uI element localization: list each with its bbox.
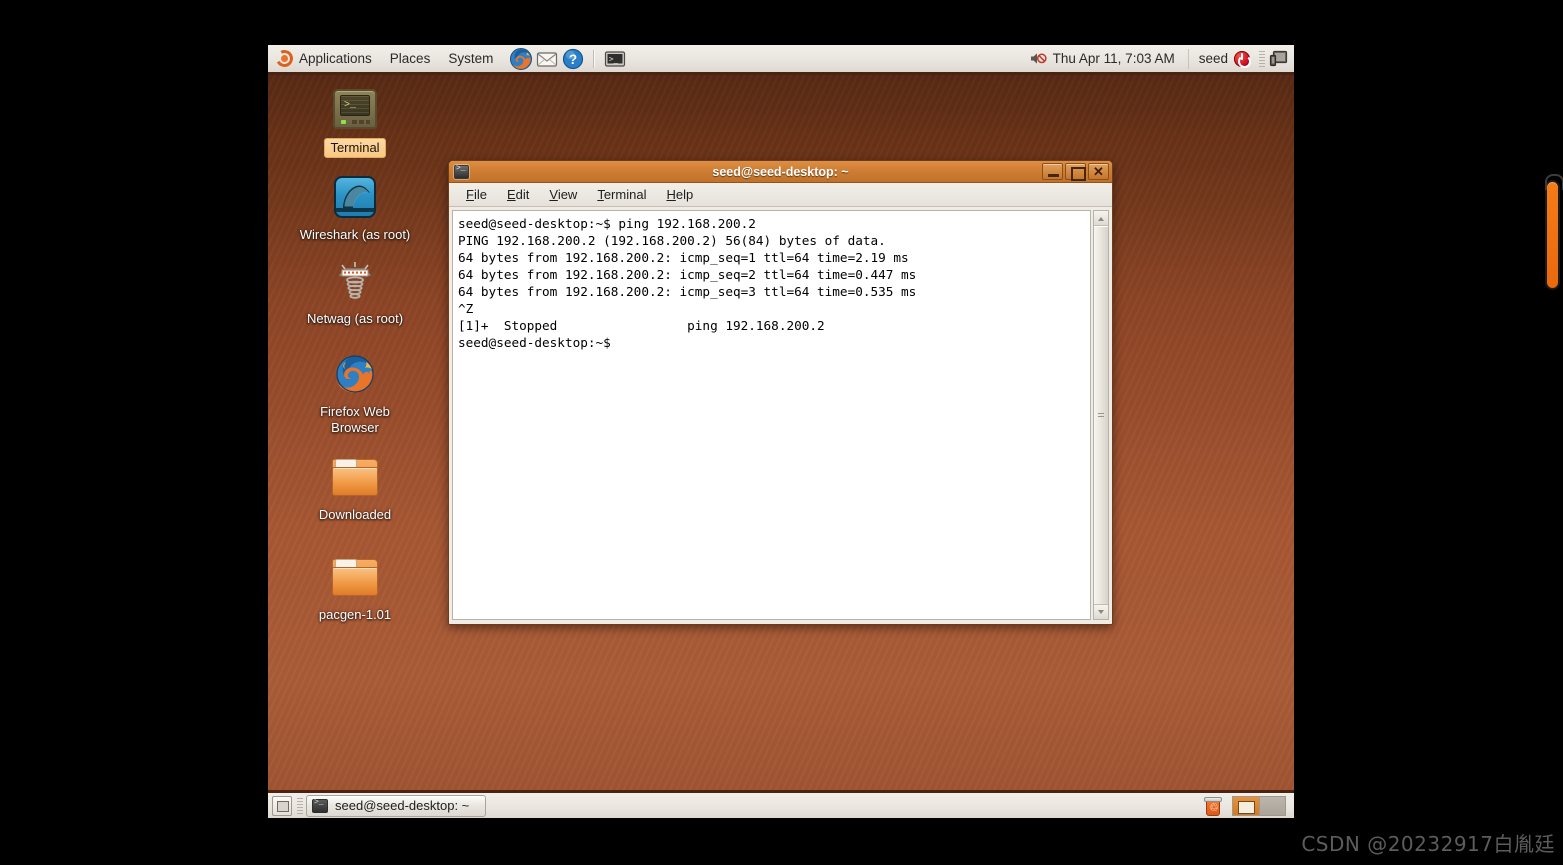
- folder-icon: [290, 553, 420, 601]
- trash-applet[interactable]: [1204, 796, 1232, 816]
- desktop-icon-label: Downloaded: [318, 507, 392, 522]
- menu-view[interactable]: View: [540, 184, 586, 205]
- monitor-icon[interactable]: [1269, 49, 1289, 69]
- panel-separator: [593, 49, 596, 68]
- svg-text:>_: >_: [609, 54, 619, 63]
- menu-help[interactable]: Help: [657, 184, 702, 205]
- show-desktop-icon[interactable]: [272, 795, 292, 816]
- desktop-icon-downloaded[interactable]: Downloaded: [290, 453, 420, 524]
- task-button-terminal[interactable]: seed@seed-desktop: ~: [306, 794, 486, 817]
- firefox-icon: [290, 350, 420, 398]
- ubuntu-logo-icon: [276, 50, 293, 67]
- close-button[interactable]: [1088, 163, 1109, 181]
- desktop-icon-label: Netwag (as root): [306, 311, 404, 326]
- user-name-label: seed: [1198, 51, 1228, 66]
- clock-label: Thu Apr 11, 7:03 AM: [1052, 51, 1175, 66]
- maximize-button[interactable]: [1065, 163, 1086, 181]
- terminal-scrollbar[interactable]: [1093, 210, 1109, 620]
- desktop-icon-firefox[interactable]: Firefox Web Browser: [290, 350, 420, 438]
- help-launcher-icon[interactable]: ?: [561, 47, 585, 71]
- wireshark-fin-icon: [290, 173, 420, 221]
- firefox-launcher-icon[interactable]: [509, 47, 533, 71]
- terminal-launcher-icon[interactable]: >_: [603, 47, 627, 71]
- menu-places[interactable]: Places: [382, 48, 439, 70]
- workspace-1[interactable]: [1233, 796, 1259, 815]
- top-panel: Applications Places System ? >_ Thu Apr …: [268, 45, 1294, 75]
- netwag-icon: [290, 257, 420, 305]
- menu-edit[interactable]: Edit: [498, 184, 538, 205]
- scroll-up-icon[interactable]: [1094, 211, 1108, 226]
- window-title: seed@seed-desktop: ~: [712, 164, 849, 179]
- scrollbar-thumb[interactable]: [1094, 226, 1108, 604]
- terminal-output[interactable]: seed@seed-desktop:~$ ping 192.168.200.2 …: [452, 210, 1091, 620]
- menu-system[interactable]: System: [440, 48, 501, 70]
- bottom-panel: seed@seed-desktop: ~: [268, 790, 1294, 818]
- window-menubar: File Edit View Terminal Help: [449, 183, 1112, 207]
- workspace-2[interactable]: [1259, 796, 1285, 815]
- desktop-icon-wireshark[interactable]: Wireshark (as root): [290, 173, 420, 244]
- task-button-label: seed@seed-desktop: ~: [335, 798, 470, 813]
- trash-icon[interactable]: [1204, 796, 1222, 816]
- window-buttons: [1042, 163, 1109, 181]
- menu-applications-label: Applications: [299, 50, 372, 66]
- terminal-icon: [312, 798, 328, 813]
- desktop-icon-label: pacgen-1.01: [318, 607, 392, 622]
- screenshot-root: Applications Places System ? >_ Thu Apr …: [0, 0, 1563, 865]
- watermark-text: CSDN @20232917白胤廷: [1301, 832, 1555, 856]
- desktop-icon-label: Firefox Web Browser: [320, 404, 390, 436]
- menu-system-label: System: [448, 50, 494, 66]
- terminal-icon: [454, 164, 469, 179]
- desktop-icon-label: Terminal: [324, 138, 386, 159]
- power-icon[interactable]: [1234, 50, 1251, 68]
- minimize-button[interactable]: [1042, 163, 1063, 180]
- workspace-switcher[interactable]: [1232, 795, 1286, 816]
- svg-text:?: ?: [569, 52, 577, 67]
- desktop-icon-netwag[interactable]: Netwag (as root): [290, 257, 420, 328]
- desktop-icon-label: Wireshark (as root): [299, 227, 411, 242]
- menu-file[interactable]: File: [457, 184, 496, 205]
- speaker-muted-icon: [1030, 53, 1047, 64]
- menu-applications[interactable]: Applications: [268, 47, 380, 71]
- window-list: seed@seed-desktop: ~: [306, 793, 1204, 818]
- user-switcher-applet[interactable]: seed: [1193, 48, 1256, 70]
- desktop-icon-terminal[interactable]: Terminal: [290, 85, 420, 159]
- panel-divider: [1187, 48, 1189, 69]
- tasklist-grip-handle[interactable]: [297, 797, 303, 814]
- menu-places-label: Places: [389, 50, 431, 66]
- terminal-window[interactable]: seed@seed-desktop: ~ File Edit View Term…: [448, 160, 1113, 625]
- terminal-crt-icon: [290, 85, 420, 133]
- applet-grip-handle[interactable]: [1259, 50, 1265, 67]
- folder-icon: [290, 453, 420, 501]
- mail-launcher-icon[interactable]: [535, 47, 559, 71]
- window-resize-grip[interactable]: [1097, 609, 1111, 623]
- desktop-icon-pacgen[interactable]: pacgen-1.01: [290, 553, 420, 624]
- terminal-body: seed@seed-desktop:~$ ping 192.168.200.2 …: [449, 207, 1112, 624]
- window-titlebar[interactable]: seed@seed-desktop: ~: [449, 161, 1112, 183]
- top-panel-right: Thu Apr 11, 7:03 AM seed: [1021, 45, 1294, 72]
- clock-applet[interactable]: Thu Apr 11, 7:03 AM: [1021, 48, 1184, 69]
- desktop[interactable]: Applications Places System ? >_ Thu Apr …: [268, 45, 1294, 818]
- page-scrollbar-thumb[interactable]: [1545, 174, 1563, 290]
- menu-terminal[interactable]: Terminal: [588, 184, 655, 205]
